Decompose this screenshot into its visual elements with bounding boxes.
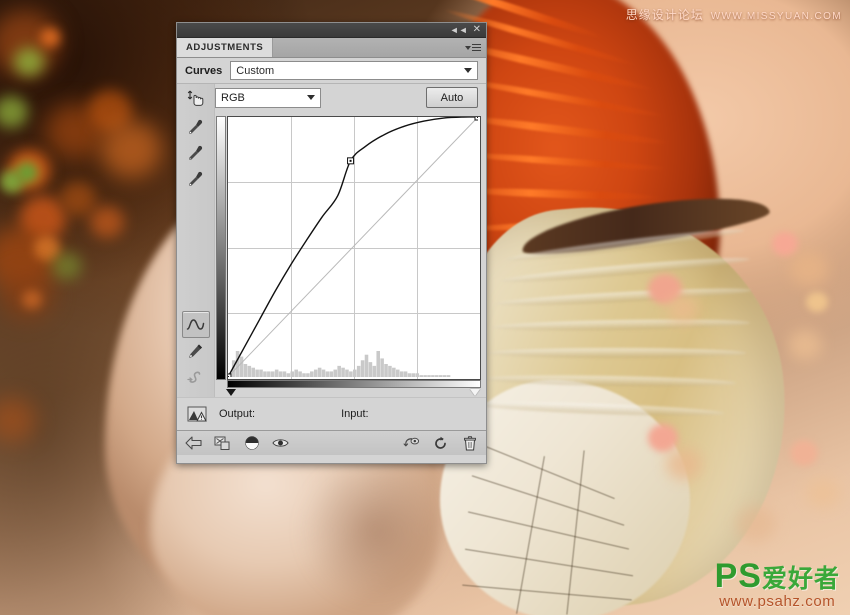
channel-row[interactable]: RGB Auto (215, 84, 486, 111)
panel-titlebar[interactable]: ◄◄ ✕ (177, 23, 486, 38)
histogram (228, 351, 451, 377)
eyedropper-icon (189, 171, 203, 186)
reset-adjustment-icon[interactable] (432, 435, 449, 452)
wing-ridge (488, 348, 746, 358)
smooth-curve-icon (187, 370, 201, 383)
watermark-top-url: WWW.MISSYUAN.COM (710, 11, 842, 22)
baseline-diagonal (228, 117, 478, 377)
blossom (648, 424, 678, 452)
chevron-down-icon (307, 95, 315, 100)
eye-icon (272, 439, 289, 447)
black-point-marker[interactable] (226, 389, 236, 396)
blossom (806, 478, 840, 508)
targeted-adjustment-tool[interactable] (177, 84, 215, 111)
preset-select[interactable]: Custom (230, 61, 478, 80)
clip-layer-icon (214, 436, 230, 450)
bokeh-blob (40, 28, 60, 47)
watermark-bottom-cn: 爱好者 (761, 565, 840, 593)
curve-icon (186, 319, 205, 330)
tab-adjustments[interactable]: ADJUSTMENTS (177, 38, 274, 57)
curve-tool[interactable] (181, 311, 210, 338)
smooth-curve-tool[interactable] (183, 365, 209, 390)
pencil-icon (189, 344, 202, 358)
output-label: Output: (219, 408, 256, 420)
panel-tabbar[interactable]: ADJUSTMENTS (177, 38, 486, 58)
watermark-bottom: PS爱好者 www.psahz.com (715, 559, 840, 609)
toggle-layer-mask-icon[interactable] (243, 435, 260, 452)
curves-plot[interactable] (228, 117, 478, 377)
eyedropper-icon (189, 119, 203, 134)
panel-menu-icon[interactable] (460, 38, 486, 57)
eyedropper-gray-point[interactable] (183, 141, 209, 166)
menu-lines-icon (472, 43, 481, 52)
curves-body (177, 111, 486, 397)
watermark-bottom-ps: PS (714, 557, 762, 595)
blossom (772, 232, 798, 256)
auto-button[interactable]: Auto (426, 87, 478, 108)
watermark-top: 思缘设计论坛 WWW.MISSYUAN.COM (626, 6, 842, 23)
bokeh-blob (14, 48, 44, 76)
toggle-layer-visibility-icon[interactable] (272, 435, 289, 452)
channel-select[interactable]: RGB (215, 87, 321, 108)
reset-circular-arrow-icon (435, 436, 446, 449)
return-to-adjustment-list-icon[interactable] (185, 435, 202, 452)
watermark-bottom-logo: PS爱好者 (715, 559, 840, 593)
preset-value: Custom (236, 64, 275, 77)
collapse-icon[interactable]: ◄◄ (450, 25, 468, 35)
bokeh-blob (22, 290, 42, 309)
trash-icon (463, 435, 476, 450)
bokeh-blob (60, 182, 96, 216)
clip-to-layer-icon[interactable] (214, 435, 231, 452)
delete-adjustment-icon[interactable] (461, 435, 478, 452)
tabbar-filler (273, 38, 460, 57)
blossom (788, 330, 822, 360)
curves-grid[interactable] (227, 116, 481, 380)
bokeh-blob (90, 206, 124, 238)
watermark-bottom-url: www.psahz.com (719, 593, 836, 610)
blossom (668, 296, 698, 322)
histogram-warning-icon (187, 406, 207, 422)
curves-readout-row: Output: Input: (177, 397, 486, 430)
curves-tool-column[interactable] (177, 111, 215, 397)
clip-arrow-icon (403, 437, 420, 447)
input-gradient-wrap (226, 380, 481, 396)
bokeh-blob (100, 120, 162, 178)
auto-button-label: Auto (440, 91, 464, 104)
curves-title: Curves (185, 64, 223, 77)
back-arrow-icon (185, 436, 202, 450)
bokeh-blob (16, 162, 38, 183)
blossom (666, 448, 702, 480)
blossom (790, 252, 828, 286)
output-gradient-bar (216, 116, 226, 380)
eyedropper-black-point[interactable] (183, 115, 209, 140)
tab-adjustments-label: ADJUSTMENTS (186, 42, 264, 53)
input-gradient-bar (227, 380, 481, 388)
curves-display-options-icon[interactable] (187, 406, 209, 422)
close-icon[interactable]: ✕ (473, 25, 481, 35)
eyedropper-white-point[interactable] (183, 167, 209, 192)
panel-footer[interactable] (177, 430, 486, 455)
curves-preset-row[interactable]: Curves Custom (177, 58, 486, 84)
bokeh-blob (52, 252, 82, 280)
blossom (806, 292, 828, 312)
white-point-marker[interactable] (470, 389, 480, 396)
menu-triangle-icon (465, 45, 471, 50)
blossom (790, 440, 818, 466)
eyedropper-icon (189, 145, 203, 160)
figure-shadow (300, 455, 450, 605)
chevron-down-icon (464, 68, 472, 73)
pencil-tool[interactable] (183, 339, 209, 364)
adjustments-panel[interactable]: ◄◄ ✕ ADJUSTMENTS Curves Custom RGB Auto … (176, 22, 487, 464)
mask-circle-icon (244, 436, 259, 450)
watermark-top-cn: 思缘设计论坛 (625, 8, 704, 22)
clip-adjustment-icon[interactable] (403, 435, 420, 452)
targeted-adjustment-icon (187, 90, 203, 106)
curves-graph-area[interactable] (215, 111, 486, 397)
input-label: Input: (341, 408, 369, 420)
blossom (736, 506, 776, 542)
channel-value: RGB (221, 91, 245, 104)
